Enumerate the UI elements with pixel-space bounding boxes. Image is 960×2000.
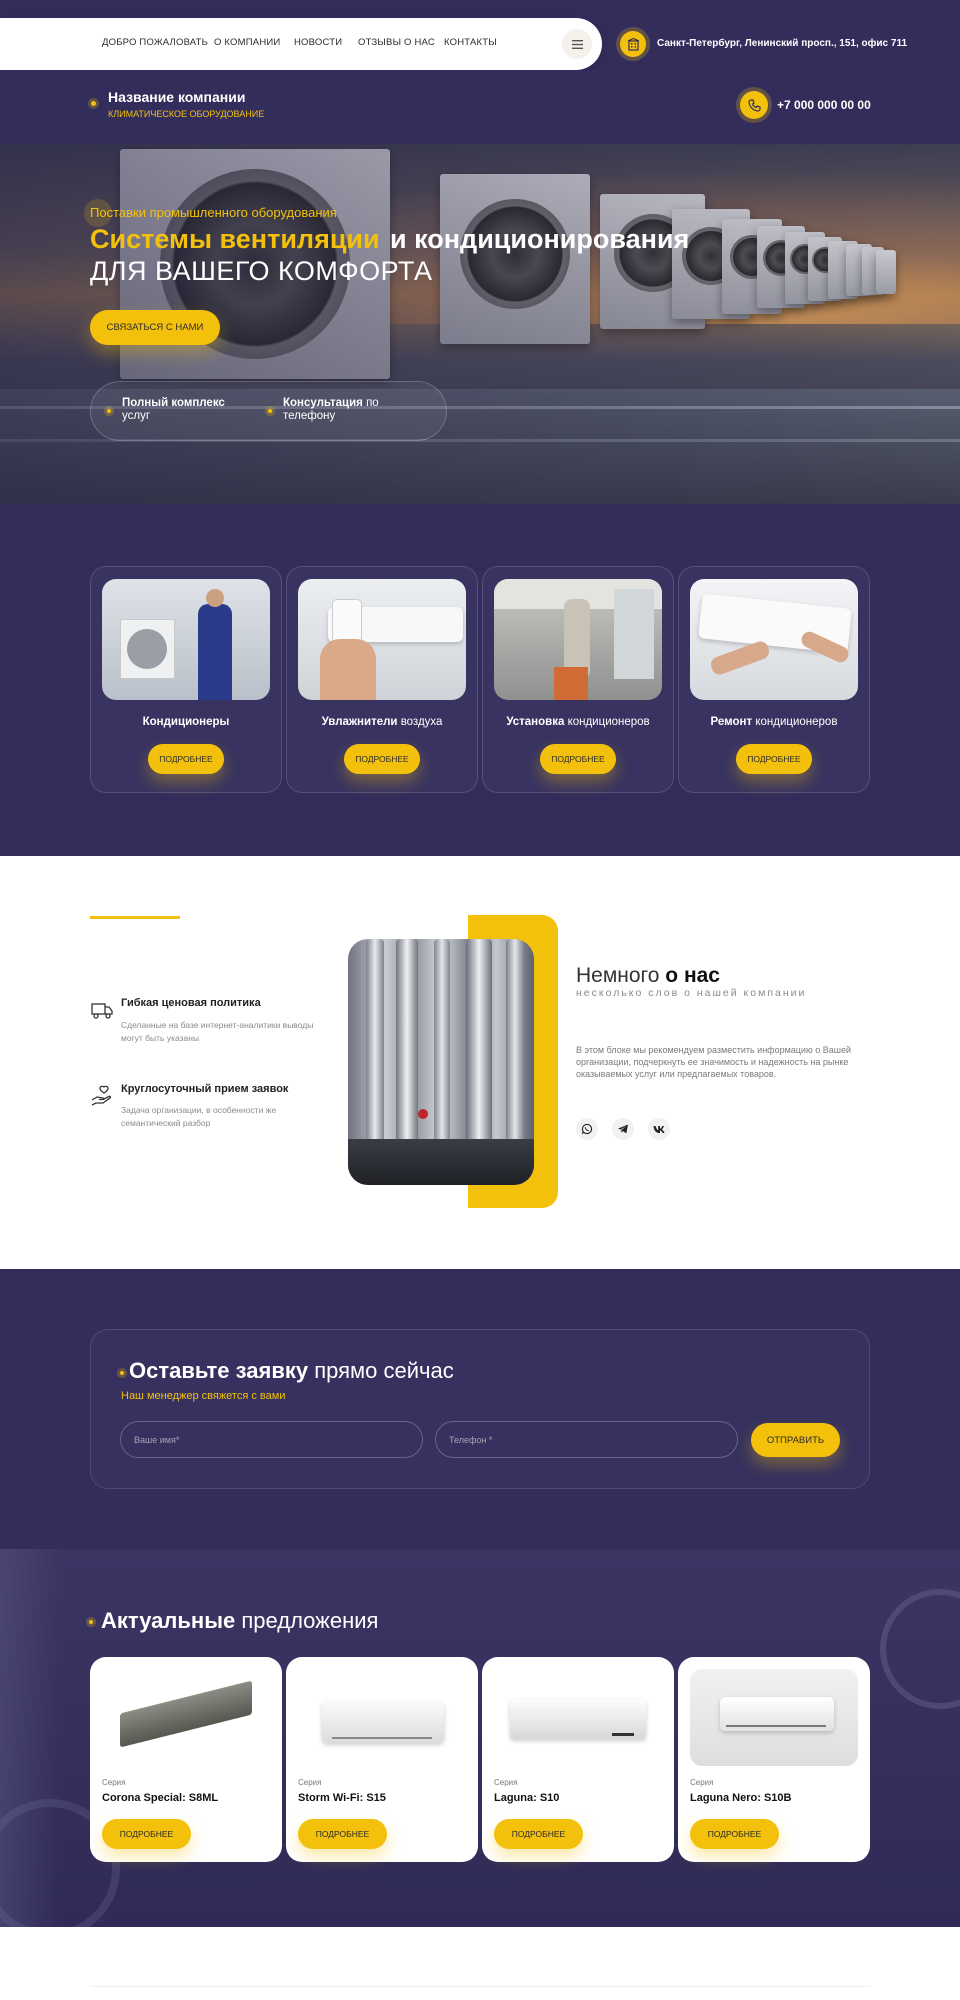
service-title-bold: Ремонт	[710, 716, 753, 728]
nav-item-about[interactable]: О КОМПАНИИ	[214, 37, 280, 48]
nav-item-news[interactable]: НОВОСТИ	[294, 37, 342, 48]
about-feature-desc: Сделанные на базе интернет-аналитики выв…	[121, 1020, 314, 1043]
offer-series: Серия	[102, 1778, 126, 1787]
logo-dot	[91, 101, 96, 106]
feature-dot	[107, 409, 111, 413]
submit-button[interactable]: ОТПРАВИТЬ	[751, 1423, 840, 1457]
main-nav: ДОБРО ПОЖАЛОВАТЬ О КОМПАНИИ НОВОСТИ ОТЗЫ…	[0, 18, 602, 70]
title-dot	[120, 1371, 124, 1375]
about-feature-title: Гибкая ценовая политика	[121, 997, 261, 1009]
service-title: Кондиционеры	[90, 716, 282, 728]
company-subtitle: КЛИМАТИЧЕСКОЕ ОБОРУДОВАНИЕ	[108, 109, 265, 119]
about-title: Немного о нас	[576, 964, 720, 988]
offer-name: Storm Wi-Fi: S15	[298, 1792, 386, 1804]
request-form	[90, 1329, 870, 1489]
truck-icon	[90, 998, 114, 1022]
hero-feature-bold: Консультация	[283, 397, 363, 409]
more-button[interactable]: ПОДРОБНЕЕ	[736, 744, 812, 774]
about-text: В этом блоке мы рекомендуем разместить и…	[576, 1045, 851, 1079]
offers-title-bold: Актуальные	[101, 1608, 236, 1633]
offer-image	[298, 1669, 466, 1766]
more-button[interactable]: ПОДРОБНЕЕ	[344, 744, 420, 774]
vk-icon[interactable]	[648, 1118, 670, 1140]
offers-title-light: предложения	[241, 1608, 379, 1633]
hero-title-accent: Системы вентиляции	[90, 224, 380, 254]
about-subtitle: несколько слов о нашей компании	[576, 987, 807, 999]
name-input[interactable]: Ваше имя*	[120, 1421, 423, 1458]
service-title-bold: Установка	[506, 716, 565, 728]
form-title-light: прямо сейчас	[314, 1358, 454, 1383]
about-image	[348, 939, 534, 1185]
about-title-light: Немного	[576, 964, 660, 987]
feature-dot	[268, 409, 272, 413]
offers-title: Актуальные предложения	[101, 1608, 378, 1634]
phone-icon[interactable]	[740, 91, 768, 119]
service-title: Ремонт кондиционеров	[678, 716, 870, 728]
offer-name: Corona Special: S8ML	[102, 1792, 219, 1804]
hero-feature-rest: услуг	[122, 410, 151, 422]
hero-feature-2: Консультация по телефону	[283, 397, 393, 423]
nav-item-reviews[interactable]: ОТЗЫВЫ О НАС	[358, 37, 435, 48]
footer-section	[0, 1927, 960, 2000]
address-text: Санкт-Петербург, Ленинский просп., 151, …	[657, 38, 908, 49]
more-button[interactable]: ПОДРОБНЕЕ	[102, 1819, 191, 1849]
service-image-ac	[102, 579, 270, 700]
more-button[interactable]: ПОДРОБНЕЕ	[148, 744, 224, 774]
offer-name: Laguna: S10	[494, 1792, 560, 1804]
service-image-installation	[494, 579, 662, 700]
title-dot	[89, 1620, 93, 1624]
phone-number[interactable]: +7 000 000 00 00	[777, 98, 871, 112]
offer-image	[102, 1669, 270, 1766]
phone-input[interactable]: Телефон *	[435, 1421, 738, 1458]
about-feature-desc: Задача организации, в особенности же сем…	[121, 1105, 277, 1128]
about-feature-title: Круглосуточный прием заявок	[121, 1083, 289, 1095]
company-name[interactable]: Название компании	[108, 89, 245, 105]
form-title: Оставьте заявку прямо сейчас	[129, 1358, 454, 1384]
offer-series: Серия	[298, 1778, 322, 1787]
service-image-repair	[690, 579, 858, 700]
building-icon	[620, 31, 646, 57]
service-title-bold: Увлажнители	[321, 716, 398, 728]
hero-title-rest: и кондиционирования	[390, 224, 690, 254]
hamburger-icon[interactable]	[562, 29, 592, 59]
offer-name: Laguna Nero: S10B	[690, 1792, 792, 1804]
contact-us-button[interactable]: СВЯЗАТЬСЯ С НАМИ	[90, 310, 220, 345]
offer-series: Серия	[690, 1778, 714, 1787]
offer-image	[494, 1669, 662, 1766]
service-title-rest: воздуха	[400, 716, 443, 728]
service-title: Установка кондиционеров	[482, 716, 674, 728]
nav-item-contacts[interactable]: КОНТАКТЫ	[444, 37, 497, 48]
offer-series: Серия	[494, 1778, 518, 1787]
more-button[interactable]: ПОДРОБНЕЕ	[298, 1819, 387, 1849]
form-title-bold: Оставьте заявку	[129, 1358, 309, 1383]
service-title-bold: Кондиционеры	[142, 716, 230, 728]
more-button[interactable]: ПОДРОБНЕЕ	[690, 1819, 779, 1849]
more-button[interactable]: ПОДРОБНЕЕ	[540, 744, 616, 774]
form-subtitle: Наш менеджер свяжется с вами	[121, 1390, 286, 1402]
nav-item-welcome[interactable]: ДОБРО ПОЖАЛОВАТЬ	[102, 37, 208, 48]
service-image-humidifier	[298, 579, 466, 700]
service-title: Увлажнители воздуха	[286, 716, 478, 728]
telegram-icon[interactable]	[612, 1118, 634, 1140]
whatsapp-icon[interactable]	[576, 1118, 598, 1140]
service-title-rest: кондиционеров	[755, 716, 838, 728]
hand-heart-icon	[90, 1084, 114, 1108]
hero-pretitle: Поставки промышленного оборудования	[90, 205, 337, 220]
more-button[interactable]: ПОДРОБНЕЕ	[494, 1819, 583, 1849]
hero-feature-bold: Полный комплекс	[122, 397, 225, 409]
accent-line	[90, 916, 180, 919]
service-title-rest: кондиционеров	[567, 716, 650, 728]
about-title-bold: о нас	[665, 964, 720, 987]
hero-feature-1: Полный комплекс услуг	[122, 397, 242, 423]
offer-image	[690, 1669, 858, 1766]
footer-divider	[90, 1986, 870, 1987]
hero-title-line2: ДЛЯ ВАШЕГО КОМФОРТА	[90, 256, 433, 286]
